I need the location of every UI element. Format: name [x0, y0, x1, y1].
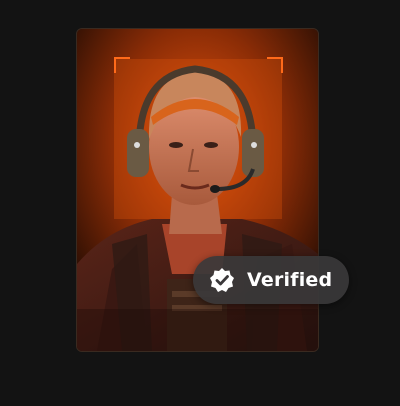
frame-corner-top-right	[267, 57, 283, 73]
frame-corner-top-left	[114, 57, 130, 73]
stage: Verified	[0, 0, 400, 406]
verified-label: Verified	[247, 269, 333, 291]
verified-check-icon	[209, 267, 235, 293]
verified-badge[interactable]: Verified	[193, 256, 349, 304]
